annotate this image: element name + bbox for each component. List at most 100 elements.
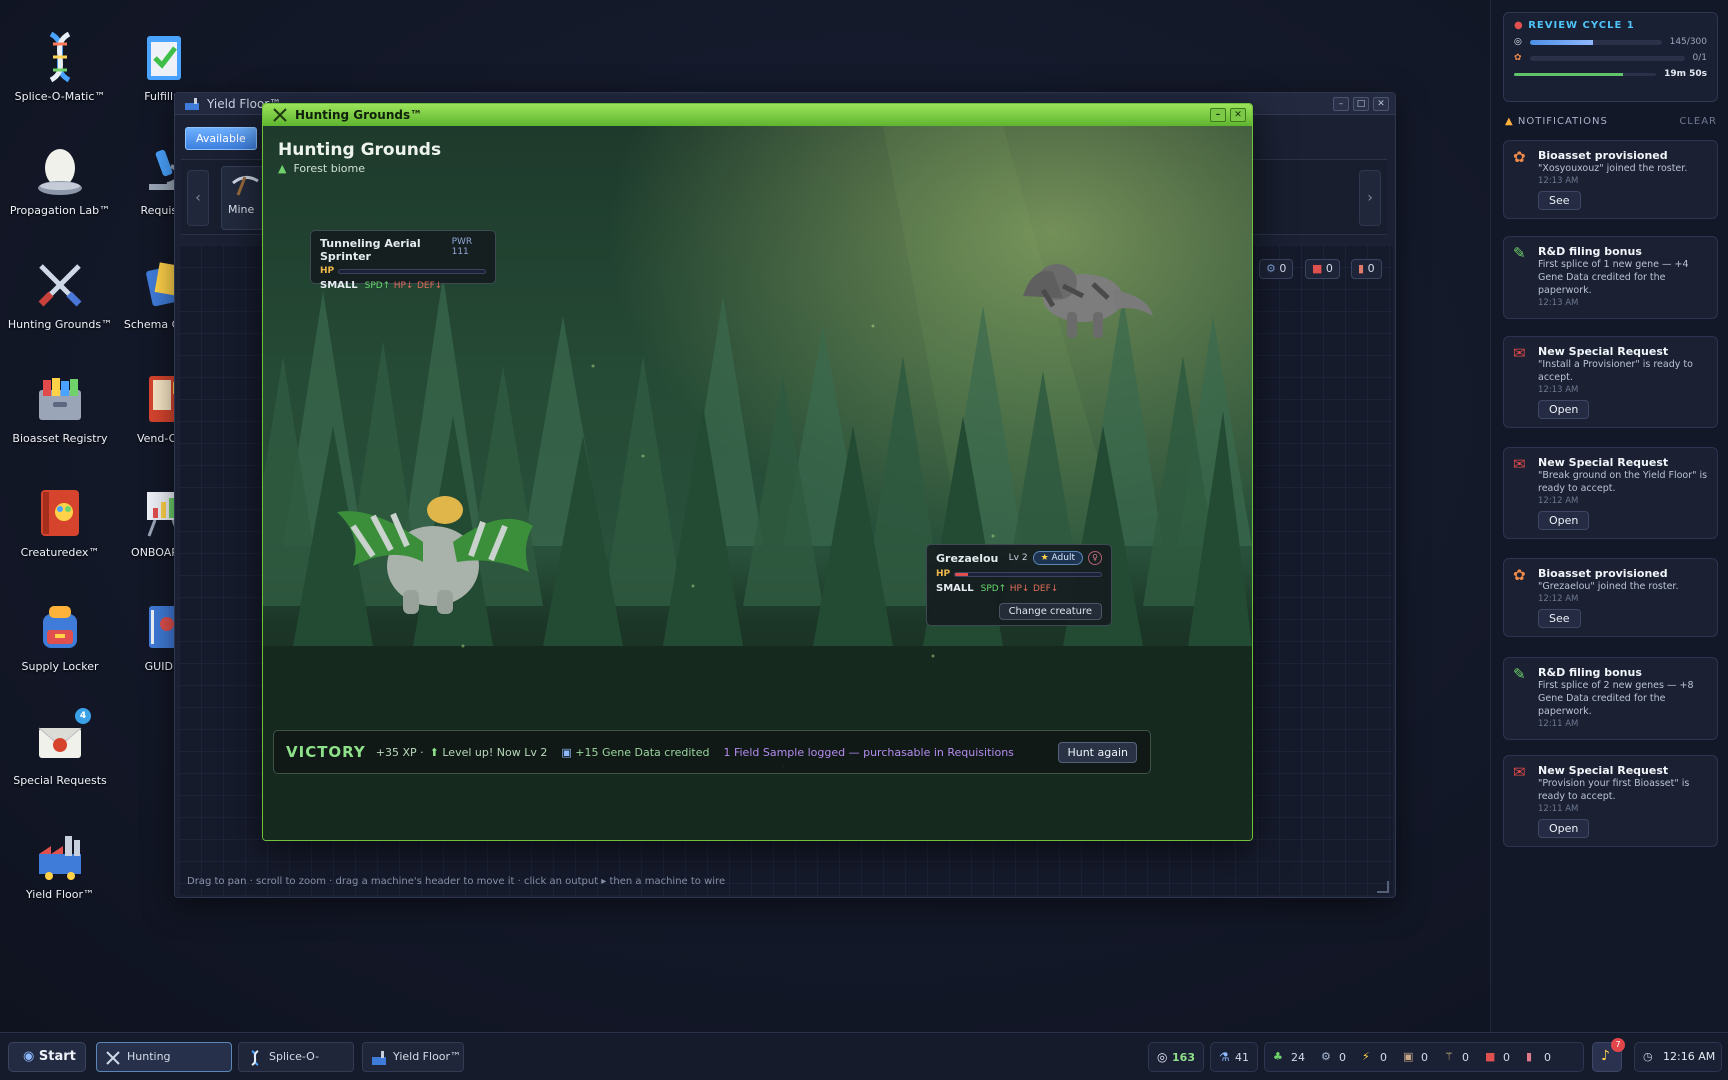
- wand-icon: ⚚: [1444, 1050, 1454, 1063]
- envelope-icon: ✉: [1513, 763, 1526, 781]
- notification-card: ✉ New Special Request "Install a Provision…: [1503, 336, 1718, 428]
- tree-icon: ▲: [278, 162, 287, 175]
- vial-icon: ▮: [1526, 1050, 1533, 1063]
- victory-banner: VICTORY +35 XP · ⬆ Level up! Now Lv 2 ▣ …: [273, 730, 1151, 774]
- notification-body: "Grezaelou" joined the roster.: [1538, 581, 1679, 592]
- resource-chip: ⚙ 0: [1259, 259, 1294, 279]
- icon-label: Propagation Lab™: [9, 204, 111, 217]
- victory-title: VICTORY: [286, 743, 366, 761]
- book-icon: [33, 486, 87, 540]
- desktop-icon-splice[interactable]: Splice-O-Matic™: [0, 30, 120, 104]
- stage-badge: ★ Adult: [1032, 551, 1083, 565]
- tab-available[interactable]: Available: [185, 127, 257, 150]
- notification-time: 12:12 AM: [1538, 594, 1579, 604]
- clear-button[interactable]: CLEAR: [1679, 116, 1717, 127]
- creatures-row: ✿ 0/1: [1514, 53, 1707, 63]
- scroll-left-button[interactable]: ‹: [187, 170, 209, 226]
- resize-handle[interactable]: [1377, 881, 1389, 893]
- scroll-right-button[interactable]: ›: [1359, 170, 1381, 226]
- desktop-icon-yield-floor[interactable]: Yield Floor™: [0, 828, 120, 902]
- envelope-icon: ✉: [1513, 344, 1526, 362]
- minimize-button[interactable]: –: [1333, 97, 1349, 111]
- notification-body: "Provision your first Bioasset" is ready…: [1538, 778, 1690, 802]
- taskbar: ◉ Start Hunting Grounds™ Splice-O-Matic™…: [0, 1032, 1728, 1080]
- dna-icon: [247, 1049, 263, 1066]
- resources-tray: ♣ 24 ⚙ 0 ⚡ 0 ▣ 0 ⚚ 0 ■ 0 ▮ 0: [1264, 1042, 1584, 1072]
- factory-icon: [185, 97, 199, 110]
- notification-time: 12:12 AM: [1538, 496, 1579, 506]
- pencil-icon: ✎: [1513, 244, 1526, 262]
- notification-bell-button[interactable]: ♪ 7: [1592, 1038, 1625, 1072]
- notification-time: 12:13 AM: [1538, 298, 1579, 308]
- lightning-icon: ⚡: [1362, 1050, 1370, 1063]
- xp-gain: +35 XP ·: [375, 745, 424, 759]
- enemy-stats: SMALL SPD↑ HP↓ DEF↓: [320, 280, 443, 291]
- power-rating: PWR 111: [451, 237, 473, 257]
- taskbar-app-hunting[interactable]: Hunting Grounds™: [96, 1042, 232, 1080]
- review-cycle-panel: ● REVIEW CYCLE 1 ◎ 145/300 ✿ 0/1 19m 50s: [1503, 12, 1718, 102]
- notification-time: 12:11 AM: [1538, 804, 1579, 814]
- notification-body: "Break ground on the Yield Floor" is rea…: [1538, 470, 1708, 494]
- resource-chip: ▮ 0: [1351, 259, 1382, 279]
- player-stats: SMALL SPD↑ HP↓ DEF↓: [936, 583, 1059, 594]
- start-icon: ◉: [23, 1049, 35, 1064]
- creatures-value: 0/1: [1692, 53, 1707, 63]
- flask-icon: ⚗: [1219, 1050, 1230, 1064]
- hunting-grounds-titlebar[interactable]: Hunting Grounds™ – ✕: [263, 104, 1252, 126]
- enemy-card: Tunneling Aerial Sprinter PWR 111 HP SMA…: [310, 230, 496, 291]
- notification-open-button[interactable]: Open: [1538, 511, 1590, 530]
- desktop-icon-bioasset[interactable]: Bioasset Registry: [0, 372, 120, 446]
- envelope-icon: 4: [33, 708, 91, 768]
- xp-row: ◎ 145/300: [1514, 37, 1707, 47]
- notification-card: ✿ Bioasset provisioned "Grezaelou" joined …: [1503, 558, 1718, 637]
- notification-body: "Install a Provisioner" is ready to acce…: [1538, 359, 1693, 383]
- hp-label: HP: [320, 266, 335, 276]
- factory-icon: [371, 1049, 387, 1065]
- desktop-icon-hunting[interactable]: Hunting Grounds™: [0, 258, 120, 332]
- notification-see-button[interactable]: See: [1538, 191, 1581, 210]
- maximize-button[interactable]: □: [1353, 97, 1369, 111]
- notification-see-button[interactable]: See: [1538, 609, 1581, 628]
- change-creature-button[interactable]: Change creature: [998, 603, 1102, 620]
- player-card: Grezaelou Lv 2 ★ Adult ♀ HP SMALL SPD↑ H…: [926, 544, 1112, 626]
- xp-progress: [1529, 39, 1662, 45]
- start-button[interactable]: ◉ Start: [8, 1042, 86, 1072]
- icon-label: Splice-O-Matic™: [14, 90, 106, 103]
- notification-time: 12:13 AM: [1538, 385, 1579, 395]
- progress-fill: [1529, 39, 1594, 45]
- minimize-button[interactable]: –: [1210, 108, 1226, 122]
- timer-value: 19m 50s: [1664, 69, 1707, 79]
- page-title: Hunting Grounds: [278, 140, 442, 160]
- taskbar-app-splice[interactable]: Splice-O-Matic™: [238, 1042, 354, 1080]
- notification-open-button[interactable]: Open: [1538, 400, 1590, 419]
- gene-data: ▣ +15 Gene Data credited: [561, 745, 710, 759]
- icon-label: Creaturedex™: [20, 546, 100, 559]
- desktop-icon-creaturedex[interactable]: Creaturedex™: [0, 486, 120, 560]
- notification-body: "Xosyouxouz" joined the roster.: [1538, 163, 1688, 174]
- notification-open-button[interactable]: Open: [1538, 819, 1590, 838]
- notification-card: ✎ R&D filing bonus First splice of 1 new g…: [1503, 236, 1718, 319]
- notification-badge: 4: [75, 708, 91, 724]
- taskbar-app-yield-floor[interactable]: Yield Floor™: [362, 1042, 464, 1072]
- close-button[interactable]: ✕: [1230, 108, 1246, 122]
- desktop-icon-supply[interactable]: Supply Locker: [0, 600, 120, 674]
- desktop-icon-special-requests[interactable]: 4 Special Requests: [0, 708, 120, 788]
- creature-level: Lv 2: [1008, 553, 1028, 563]
- notification-card: ✉ New Special Request "Break ground on the…: [1503, 447, 1718, 539]
- notification-time: 12:13 AM: [1538, 176, 1579, 186]
- plant-icon: ♣: [1273, 1050, 1283, 1063]
- jar-icon: ▣: [1403, 1050, 1414, 1063]
- notification-title: New Special Request: [1538, 456, 1669, 469]
- desktop-icon-propagation[interactable]: Propagation Lab™: [0, 144, 120, 218]
- pencil-icon: ✎: [1513, 665, 1526, 683]
- hunt-again-button[interactable]: Hunt again: [1058, 742, 1137, 763]
- coin-icon: ◎: [1514, 37, 1522, 47]
- data-icon: ▣: [561, 745, 572, 759]
- dna-icon: [33, 30, 87, 84]
- icon-label: Hunting Grounds™: [7, 318, 113, 331]
- notification-body: First splice of 2 new genes — +8 Gene Da…: [1538, 680, 1694, 717]
- close-button[interactable]: ✕: [1373, 97, 1389, 111]
- notification-title: New Special Request: [1538, 764, 1669, 777]
- resource-chip: ■ 0: [1305, 259, 1340, 279]
- gear-icon: ⚙: [1321, 1050, 1331, 1063]
